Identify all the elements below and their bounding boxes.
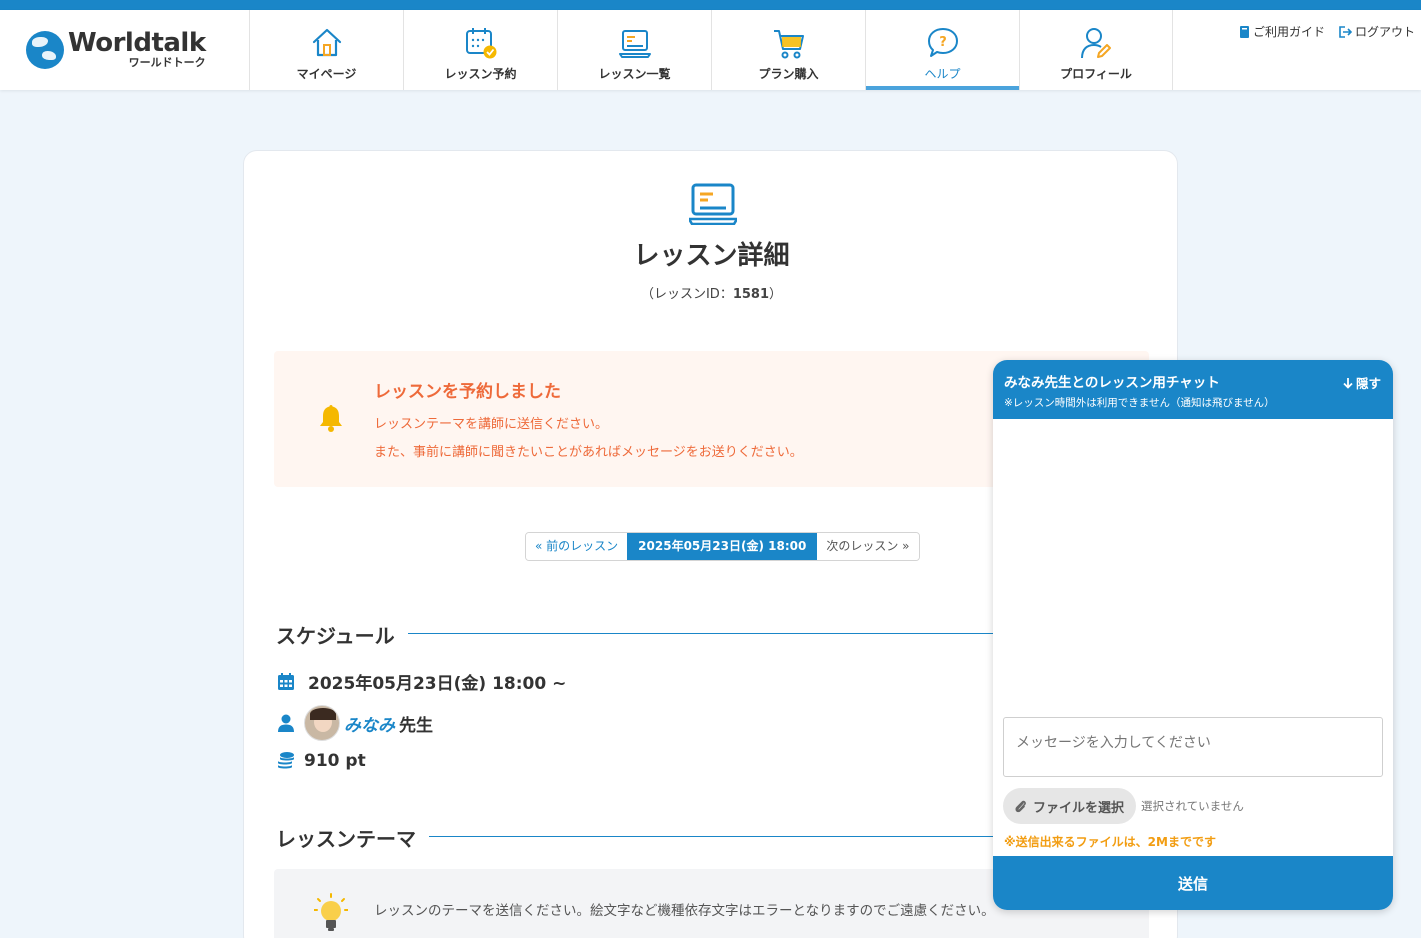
- guide-link[interactable]: ご利用ガイド: [1239, 23, 1325, 40]
- nav-profile[interactable]: プロフィール: [1019, 10, 1173, 90]
- lesson-chat-panel: みなみ先生とのレッスン用チャット ※レッスン時間外は利用できません（通知は飛びま…: [993, 360, 1393, 910]
- schedule-datetime-row: 2025年05月23日(金) 18:00 ~: [276, 669, 566, 694]
- top-accent-bar: [0, 0, 1421, 10]
- site-header: Worldtalk ワールドトーク マイページ レッスン予約 レッスン一覧 プラ…: [0, 10, 1421, 90]
- file-attach-row: ファイルを選択 選択されていません: [1003, 788, 1244, 824]
- file-size-note: ※送信出来るファイルは、2Mまでです: [1004, 835, 1216, 849]
- next-lesson-button[interactable]: 次のレッスン »: [817, 533, 919, 560]
- arrow-down-icon: [1343, 377, 1353, 389]
- chat-title: みなみ先生とのレッスン用チャット: [1004, 375, 1220, 391]
- page-title: レッスン詳細: [633, 241, 790, 271]
- nav-mypage[interactable]: マイページ: [249, 10, 403, 90]
- schedule-datetime: 2025年05月23日(金) 18:00 ~: [308, 674, 567, 694]
- logout-link[interactable]: ログアウト: [1339, 23, 1415, 40]
- teacher-suffix: 先生: [399, 715, 433, 736]
- laptop-icon: [689, 183, 737, 225]
- logo-text: Worldtalk: [68, 28, 206, 58]
- logout-icon: [1339, 25, 1352, 38]
- svg-text:?: ?: [939, 35, 947, 50]
- user-icon: [278, 714, 294, 732]
- theme-instruction-text: レッスンのテーマを送信ください。絵文字など機種依存文字はエラーとなりますのでご遠…: [374, 903, 995, 919]
- book-icon: [1239, 25, 1249, 38]
- nav-lesson-list[interactable]: レッスン一覧: [557, 10, 711, 90]
- coins-icon: [278, 752, 294, 769]
- profile-edit-icon: [1081, 28, 1111, 59]
- globe-logo-icon: [26, 30, 64, 69]
- teacher-avatar[interactable]: [304, 705, 340, 741]
- calendar-check-icon: [465, 28, 496, 59]
- chat-message-input[interactable]: [1003, 717, 1383, 777]
- home-icon: [312, 28, 341, 57]
- logo[interactable]: Worldtalk ワールドトーク: [26, 30, 206, 69]
- laptop-icon: [618, 30, 651, 58]
- nav-lesson-reservation[interactable]: レッスン予約: [403, 10, 557, 90]
- lesson-theme-heading: レッスンテーマ: [276, 827, 416, 851]
- chat-messages-area[interactable]: [993, 419, 1393, 716]
- paperclip-icon: [1015, 800, 1026, 812]
- lightbulb-icon: [314, 893, 348, 931]
- file-select-button[interactable]: ファイルを選択: [1003, 788, 1137, 824]
- chat-header: みなみ先生とのレッスン用チャット ※レッスン時間外は利用できません（通知は飛びま…: [993, 360, 1393, 419]
- chat-hide-button[interactable]: 隠す: [1343, 373, 1381, 392]
- nav-plan-purchase[interactable]: プラン購入: [711, 10, 865, 90]
- points-value: 910 pt: [304, 751, 366, 771]
- calendar-icon: [278, 672, 294, 690]
- logo-subtext: ワールドトーク: [128, 56, 206, 69]
- notice-text: また、事前に講師に聞きたいことがあればメッセージをお送りください。: [374, 445, 803, 460]
- file-status: 選択されていません: [1141, 799, 1244, 813]
- nav-help[interactable]: ? ヘルプ: [865, 10, 1020, 90]
- lesson-id: （レッスンID：1581）: [640, 287, 783, 302]
- chat-subtitle: ※レッスン時間外は利用できません（通知は飛びません）: [1004, 397, 1275, 409]
- send-button[interactable]: 送信: [993, 856, 1393, 910]
- cart-icon: [773, 30, 804, 59]
- schedule-heading: スケジュール: [276, 624, 395, 648]
- help-icon: ?: [927, 28, 958, 57]
- prev-lesson-button[interactable]: « 前のレッスン: [526, 533, 628, 560]
- current-lesson-date: 2025年05月23日(金) 18:00: [627, 533, 818, 560]
- points-row: 910 pt: [276, 751, 366, 771]
- main-nav: マイページ レッスン予約 レッスン一覧 プラン購入 ? ヘルプ プロフィール: [249, 10, 1173, 90]
- teacher-name-link[interactable]: みなみ: [344, 711, 395, 736]
- teacher-row: みなみ 先生: [276, 705, 433, 741]
- lesson-pager: « 前のレッスン 2025年05月23日(金) 18:00 次のレッスン »: [525, 532, 920, 561]
- bell-icon: [320, 405, 342, 432]
- notice-text: レッスンテーマを講師に送信ください。: [374, 417, 609, 432]
- top-links: ご利用ガイド ログアウト: [1239, 23, 1415, 40]
- notice-title: レッスンを予約しました: [374, 382, 561, 402]
